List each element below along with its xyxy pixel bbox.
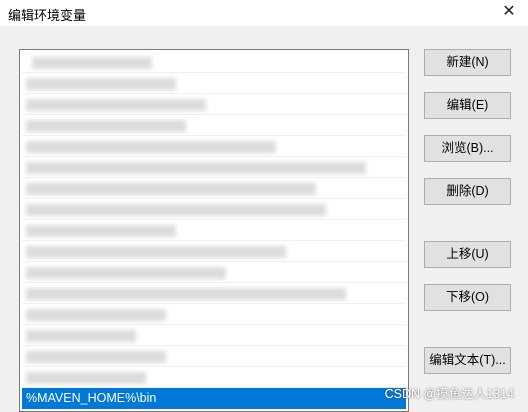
list-item[interactable] [22,157,406,178]
list-item[interactable] [22,241,406,262]
edit-button[interactable]: 编辑(E) [424,92,511,119]
new-button[interactable]: 新建(N) [424,49,511,76]
window-title: 编辑环境变量 [8,8,87,23]
list-item[interactable] [22,325,406,346]
list-item[interactable] [22,73,406,94]
list-item[interactable] [22,115,406,136]
list-item[interactable] [22,199,406,220]
move-down-button[interactable]: 下移(O) [424,284,511,311]
watermark: CSDN @摸鱼达人1314 [384,387,514,401]
browse-button[interactable]: 浏览(B)... [424,135,511,162]
move-up-button[interactable]: 上移(U) [424,241,511,268]
list-item[interactable] [22,178,406,199]
list-item[interactable] [22,262,406,283]
list-item[interactable] [22,94,406,115]
list-item[interactable] [22,346,406,367]
title-bar: 编辑环境变量 ✕ [0,0,528,26]
delete-button[interactable]: 删除(D) [424,178,511,205]
list-item[interactable] [22,367,406,388]
close-icon[interactable]: ✕ [500,3,518,21]
list-item[interactable] [22,52,406,73]
list-item[interactable] [22,304,406,325]
selected-entry-text: %MAVEN_HOME%\bin [26,391,157,405]
list-item[interactable] [22,220,406,241]
list-item[interactable] [22,283,406,304]
list-item-selected[interactable]: %MAVEN_HOME%\bin [22,388,406,409]
path-entries-list[interactable]: %MAVEN_HOME%\bin [19,49,409,412]
edit-text-button[interactable]: 编辑文本(T)... [424,347,511,374]
list-item[interactable] [22,136,406,157]
